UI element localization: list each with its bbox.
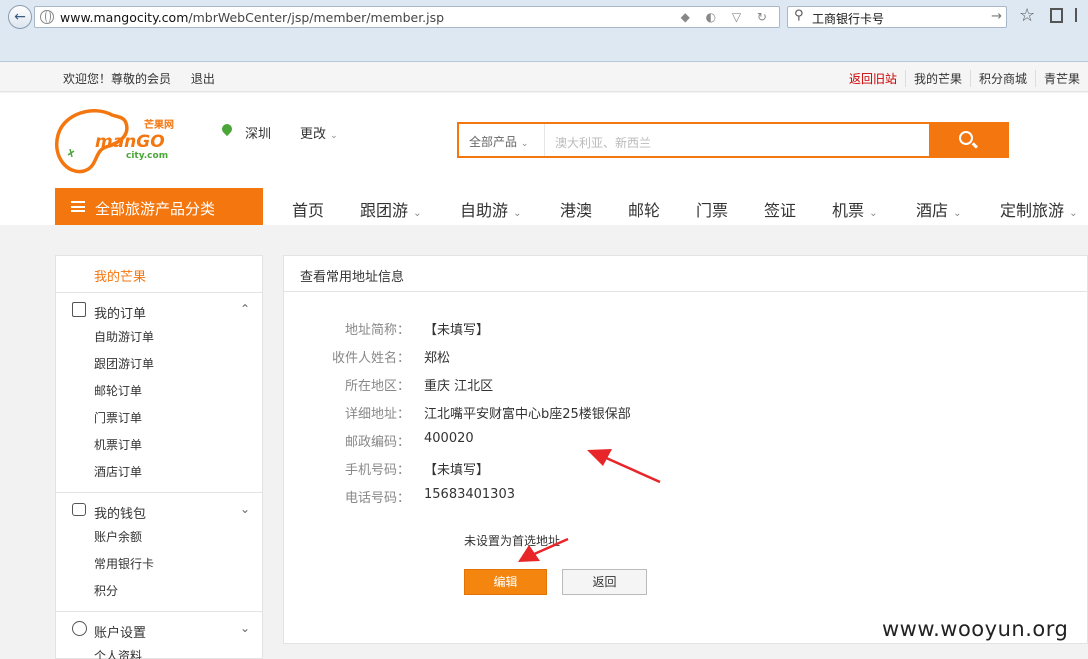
url-text: www.mangocity.com/mbrWebCenter/jsp/membe… xyxy=(60,10,445,25)
all-categories-button[interactable]: 全部旅游产品分类 xyxy=(55,188,263,225)
nav-tickets[interactable]: 门票 xyxy=(696,197,728,221)
sidebar-wallet-title: 我的钱包 xyxy=(94,507,147,522)
current-city: 深圳 xyxy=(245,127,272,142)
preferred-address-note: 未设置为首选地址 xyxy=(464,534,561,548)
nav-home[interactable]: 首页 xyxy=(292,197,324,221)
hamburger-icon xyxy=(71,201,85,212)
browser-search-value: 工商银行卡号 xyxy=(812,12,885,26)
address-detail-panel: 查看常用地址信息 地址简称： 【未填写】 收件人姓名： 郑松 所在地区： 重庆 … xyxy=(283,255,1088,644)
member-sidebar: 我的芒果 我的订单 ⌃ 自助游订单 跟团游订单 邮轮订单 门票订单 机票订单 酒… xyxy=(55,255,263,659)
field-label: 手机号码： xyxy=(344,463,410,478)
nav-cruise[interactable]: 邮轮 xyxy=(628,197,660,221)
field-label: 地址简称： xyxy=(344,323,410,338)
sidebar-wallet-section: 我的钱包 ⌄ 账户余额 常用银行卡 积分 xyxy=(56,492,262,606)
nav-group-tour[interactable]: 跟团游 ⌄ xyxy=(360,197,422,221)
nav-visa[interactable]: 签证 xyxy=(764,197,796,221)
address-bar[interactable]: www.mangocity.com/mbrWebCenter/jsp/membe… xyxy=(34,6,780,28)
back-arrow-icon[interactable]: ← xyxy=(8,5,32,29)
search-icon: ⚲ xyxy=(794,8,804,23)
orders-icon xyxy=(72,302,86,317)
sidebar-item-self-guided-orders[interactable]: 自助游订单 xyxy=(56,325,262,352)
field-label: 电话号码： xyxy=(344,491,410,506)
gear-icon xyxy=(72,621,87,636)
logo-word-text: manGO xyxy=(95,132,165,152)
nav-hk-macau[interactable]: 港澳 xyxy=(560,197,592,221)
field-value: 郑松 xyxy=(424,351,451,366)
nav-hotels[interactable]: 酒店 ⌄ xyxy=(916,197,962,221)
go-arrow-icon[interactable]: → xyxy=(991,9,1002,24)
bookmarks-list-icon[interactable] xyxy=(1050,8,1063,23)
location-pin-icon xyxy=(219,121,235,137)
site-search-input[interactable]: 澳大利亚、新西兰 xyxy=(555,134,651,151)
reload-icon[interactable]: ◆ ◐ ▽ ↻ xyxy=(681,10,773,24)
main-nav: 全部旅游产品分类 首页 跟团游 ⌄ 自助游 ⌄ 港澳 邮轮 门票 签证 机票 ⌄… xyxy=(0,188,1088,225)
site-header: 芒果网 manGO city.com 深圳 更改 ⌄ 全部产品 ⌄ 澳大利亚、新… xyxy=(0,93,1088,225)
sidebar-settings-title: 账户设置 xyxy=(94,626,147,641)
top-utility-bar: 欢迎您！尊敬的会员 退出 返回旧站 我的芒果 积分商城 青芒果 xyxy=(0,62,1088,92)
sidebar-wallet-header[interactable]: 我的钱包 ⌄ xyxy=(56,493,262,525)
globe-icon xyxy=(40,10,54,24)
field-label: 邮政编码： xyxy=(344,435,410,450)
wallet-icon xyxy=(72,503,86,516)
sidebar-orders-section: 我的订单 ⌃ 自助游订单 跟团游订单 邮轮订单 门票订单 机票订单 酒店订单 xyxy=(56,292,262,487)
field-label: 收件人姓名： xyxy=(331,351,410,366)
nav-custom-tour[interactable]: 定制旅游 ⌄ xyxy=(1000,197,1078,221)
logo-brand-text: 芒果网 xyxy=(144,118,174,131)
sidebar-item-group-tour-orders[interactable]: 跟团游订单 xyxy=(56,352,262,379)
chevron-down-icon: ⌄ xyxy=(239,621,250,635)
back-button[interactable]: 返回 xyxy=(562,569,647,595)
logout-link[interactable]: 退出 xyxy=(191,72,215,86)
points-mall-link[interactable]: 积分商城 xyxy=(970,70,1035,87)
sidebar-item-ticket-orders[interactable]: 门票订单 xyxy=(56,406,262,433)
browser-toolbar: ← www.mangocity.com/mbrWebCenter/jsp/mem… xyxy=(0,0,1088,62)
field-value: 重庆 江北区 xyxy=(424,379,494,394)
field-label: 所在地区： xyxy=(344,379,410,394)
field-value: 15683401303 xyxy=(424,487,515,502)
sidebar-item-hotel-orders[interactable]: 酒店订单 xyxy=(56,460,262,487)
page-title: 查看常用地址信息 xyxy=(284,256,1087,292)
search-icon xyxy=(959,131,973,145)
change-city-link[interactable]: 更改 ⌄ xyxy=(300,123,338,142)
site-search: 全部产品 ⌄ 澳大利亚、新西兰 xyxy=(457,122,1009,158)
search-button[interactable] xyxy=(929,124,1007,156)
menu-icon[interactable] xyxy=(1075,8,1088,22)
sidebar-settings-section: 账户设置 ⌄ 个人资料 xyxy=(56,611,262,659)
search-category-select[interactable]: 全部产品 ⌄ xyxy=(459,124,545,156)
sidebar-item-cruise-orders[interactable]: 邮轮订单 xyxy=(56,379,262,406)
sidebar-orders-title: 我的订单 xyxy=(94,307,147,322)
field-value: 400020 xyxy=(424,431,474,446)
sidebar-item-balance[interactable]: 账户余额 xyxy=(56,525,262,552)
green-mango-link[interactable]: 青芒果 xyxy=(1035,70,1088,87)
field-label: 详细地址： xyxy=(344,407,410,422)
watermark-text: www.wooyun.org xyxy=(882,617,1069,641)
bookmark-star-icon[interactable]: ☆ xyxy=(1019,5,1035,26)
chevron-down-icon: ⌄ xyxy=(239,502,250,516)
mangocity-logo[interactable]: 芒果网 manGO city.com xyxy=(54,105,184,177)
logo-sub-text: city.com xyxy=(126,151,168,161)
sidebar-item-profile[interactable]: 个人资料 xyxy=(56,644,262,659)
nav-self-guided[interactable]: 自助游 ⌄ xyxy=(460,197,522,221)
sidebar-my-mango[interactable]: 我的芒果 xyxy=(94,266,146,285)
my-mango-link[interactable]: 我的芒果 xyxy=(905,70,970,87)
edit-button[interactable]: 编辑 xyxy=(464,569,547,595)
old-site-link[interactable]: 返回旧站 xyxy=(849,70,905,87)
sidebar-item-flight-orders[interactable]: 机票订单 xyxy=(56,433,262,460)
field-value: 【未填写】 xyxy=(424,463,490,478)
field-value: 江北嘴平安财富中心b座25楼银保部 xyxy=(424,407,631,422)
browser-search-input[interactable]: ⚲ 工商银行卡号 → xyxy=(787,6,1007,28)
nav-flights[interactable]: 机票 ⌄ xyxy=(832,197,878,221)
field-value: 【未填写】 xyxy=(424,323,490,338)
sidebar-item-bank-cards[interactable]: 常用银行卡 xyxy=(56,552,262,579)
sidebar-item-points[interactable]: 积分 xyxy=(56,579,262,606)
sidebar-settings-header[interactable]: 账户设置 ⌄ xyxy=(56,612,262,644)
chevron-up-icon: ⌃ xyxy=(239,302,250,316)
welcome-text: 欢迎您！尊敬的会员 xyxy=(63,72,172,86)
sidebar-orders-header[interactable]: 我的订单 ⌃ xyxy=(56,293,262,325)
